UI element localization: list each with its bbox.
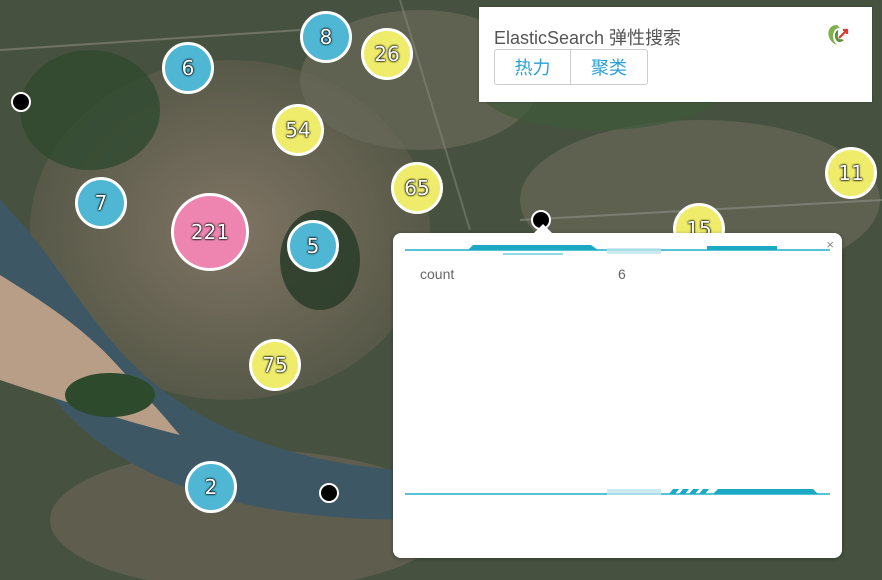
- point-marker[interactable]: [11, 92, 31, 112]
- search-control-panel: ElasticSearch 弹性搜索 热力 聚类: [479, 7, 872, 102]
- app-logo-icon: [824, 22, 850, 48]
- cluster-marker[interactable]: 54: [272, 104, 324, 156]
- popup-row-key: count: [420, 266, 455, 282]
- cluster-marker[interactable]: 75: [249, 339, 301, 391]
- cluster-marker[interactable]: 2: [185, 461, 237, 513]
- point-marker[interactable]: [319, 483, 339, 503]
- popup-row-value: 6: [618, 266, 626, 282]
- panel-title: ElasticSearch 弹性搜索: [494, 28, 682, 48]
- info-popup: × count 6: [393, 224, 842, 558]
- cluster-marker[interactable]: 11: [825, 147, 877, 199]
- cluster-marker[interactable]: 26: [361, 28, 413, 80]
- cluster-marker[interactable]: 65: [391, 162, 443, 214]
- cluster-marker[interactable]: 6: [162, 42, 214, 94]
- cluster-marker[interactable]: 8: [300, 11, 352, 63]
- cluster-marker[interactable]: 5: [287, 220, 339, 272]
- cluster-marker[interactable]: 7: [75, 177, 127, 229]
- cluster-button[interactable]: 聚类: [571, 49, 648, 85]
- heatmap-button[interactable]: 热力: [494, 49, 571, 85]
- cluster-marker[interactable]: 221: [171, 193, 249, 271]
- close-icon[interactable]: ×: [826, 237, 834, 252]
